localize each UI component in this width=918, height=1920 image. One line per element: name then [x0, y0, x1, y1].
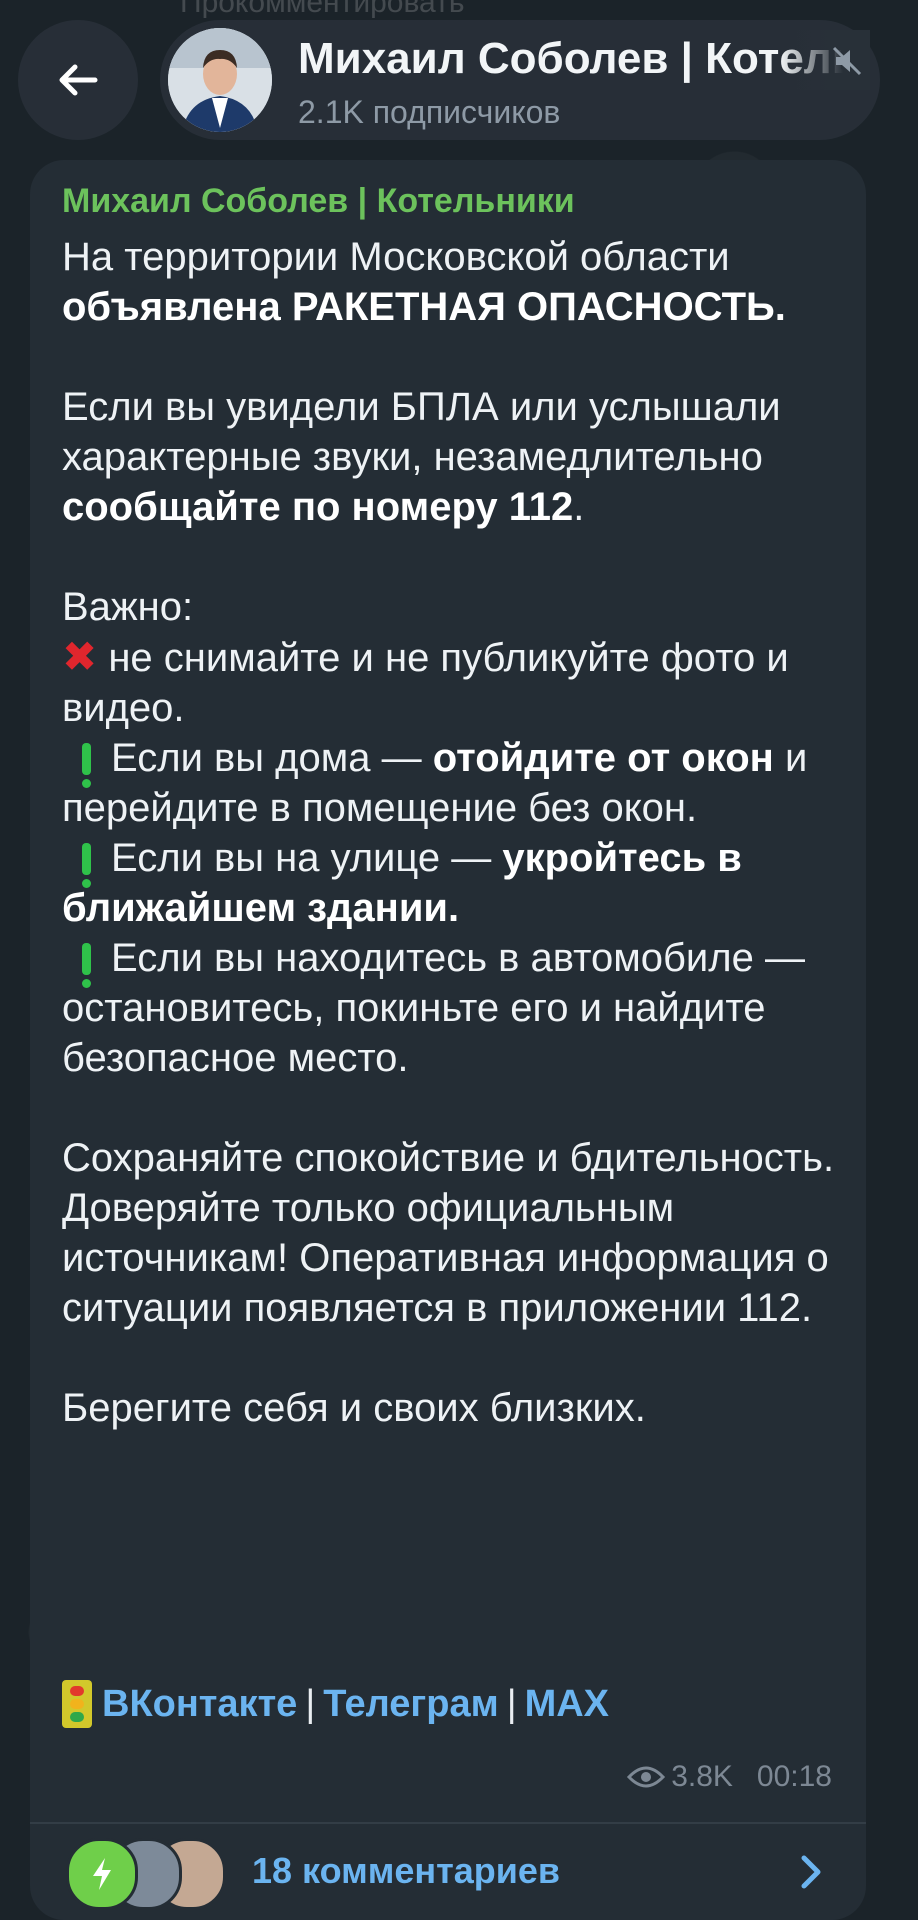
paragraph-calm: Сохраняйте спокойствие и бдительность. Д…	[62, 1136, 835, 1330]
alert-text: На территории Московской области	[62, 235, 730, 279]
channel-title: Михаил Соболев | Котельники	[298, 34, 858, 83]
message-bubble[interactable]: Михаил Соболев | Котельники На территори…	[30, 160, 866, 1920]
exclamation-icon	[82, 743, 91, 788]
rule-item-4-text: Если вы находитесь в автомобиле — остано…	[62, 936, 805, 1080]
rule-item-1: ✖ не снимайте и не публикуйте фото и вид…	[62, 632, 862, 733]
rule-item-4: Если вы находитесь в автомобиле — остано…	[62, 933, 862, 1083]
comments-count: 18 комментариев	[252, 1850, 561, 1891]
report-end: .	[573, 485, 585, 529]
comments-button[interactable]: 18 комментариев	[30, 1824, 866, 1920]
link-vkontakte[interactable]: ВКонтакте	[102, 1683, 297, 1726]
back-arrow-icon	[59, 64, 98, 96]
rule-item-3: Если вы на улице — укройтесь в ближайшем…	[62, 833, 862, 933]
channel-avatar[interactable]	[168, 28, 272, 132]
link-separator: |	[305, 1682, 316, 1725]
exclamation-icon	[82, 943, 91, 988]
lightning-icon	[93, 1858, 111, 1890]
message-time: 00:18	[756, 1760, 832, 1793]
chevron-right-icon	[801, 1855, 821, 1889]
views-eye-icon	[627, 1766, 666, 1788]
paragraph-closing: Берегите себя и своих близких.	[62, 1386, 646, 1430]
message-text: На территории Московской области объявле…	[62, 232, 862, 1433]
exclamation-icon	[82, 843, 91, 888]
commenter-avatar	[66, 1838, 138, 1910]
link-telegram[interactable]: Телеграм	[323, 1683, 499, 1726]
report-bold: сообщайте по номеру 112	[62, 485, 574, 529]
traffic-light-icon	[62, 1680, 92, 1728]
rule-item-2-text: Если вы дома —	[111, 736, 433, 780]
alert-bold: объявлена РАКЕТНАЯ ОПАСНОСТЬ.	[62, 285, 786, 329]
paragraph-alert: На территории Московской области объявле…	[62, 232, 862, 332]
important-heading: Важно:	[62, 585, 194, 629]
message-author[interactable]: Михаил Соболев | Котельники	[62, 182, 575, 221]
commenter-avatars	[66, 1838, 236, 1910]
cross-mark-icon: ✖	[62, 633, 98, 680]
link-separator: |	[506, 1682, 517, 1725]
message-meta: 3.8K 00:18	[627, 1760, 832, 1794]
view-count: 3.8K	[671, 1760, 733, 1793]
rule-item-2-bold: отойдите от окон	[432, 736, 774, 780]
link-max[interactable]: MAX	[525, 1683, 609, 1726]
comment-hint-text: Прокомментировать	[180, 0, 465, 19]
social-links: ВКонтакте | Телеграм | MAX	[62, 1680, 609, 1728]
rule-item-1-text: не снимайте и не публикуйте фото и видео…	[62, 636, 789, 730]
subscriber-count: 2.1K подписчиков	[298, 94, 561, 130]
paragraph-report: Если вы увидели БПЛА или услышали характ…	[62, 382, 862, 532]
channel-header[interactable]: Михаил Соболев | Котельники 2.1K подписч…	[160, 20, 880, 140]
rule-item-2: Если вы дома — отойдите от окон и перейд…	[62, 733, 862, 833]
report-text: Если вы увидели БПЛА или услышали характ…	[62, 385, 781, 479]
back-button[interactable]	[18, 20, 138, 140]
rule-item-3-text: Если вы на улице —	[111, 836, 503, 880]
mute-icon	[832, 46, 862, 76]
